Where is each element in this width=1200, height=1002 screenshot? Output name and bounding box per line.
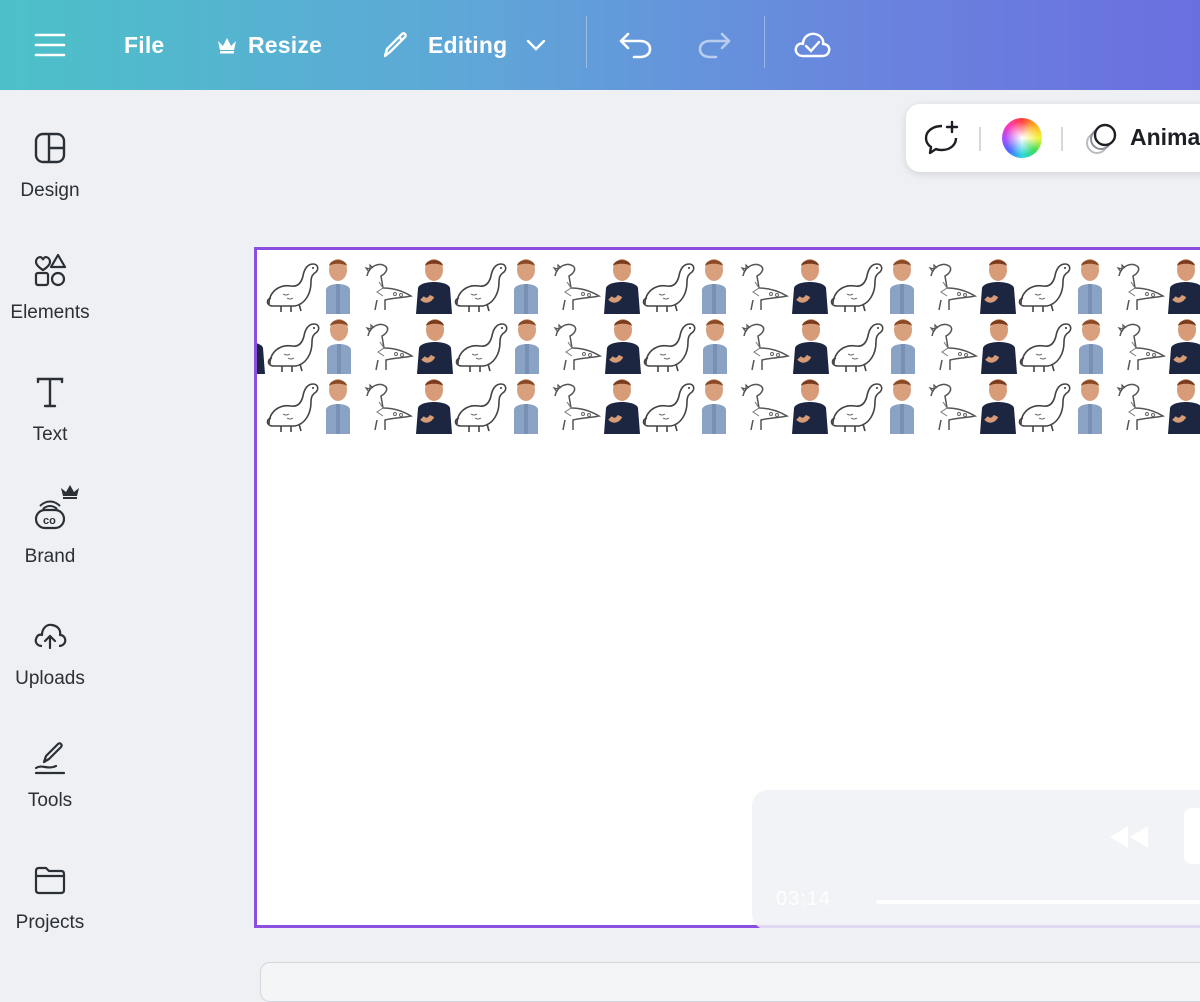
bottom-notes-bar[interactable] <box>260 962 1200 1002</box>
sidebar-item-elements[interactable]: Elements <box>0 252 100 362</box>
redo-icon <box>698 32 731 59</box>
sidebar-item-text[interactable]: Text <box>0 374 100 484</box>
video-time: 03:14 <box>776 888 832 910</box>
sidebar-item-brand[interactable]: co Brand <box>0 485 100 606</box>
toolbar-divider <box>1061 127 1063 151</box>
toddler-photo-dark-image <box>1154 374 1200 434</box>
svg-text:co: co <box>43 515 56 527</box>
add-comment-button[interactable] <box>922 120 960 158</box>
resize-label: Resize <box>248 31 323 58</box>
sidebar-item-label: Brand <box>24 546 76 567</box>
editing-mode-dropdown[interactable]: Editing <box>380 0 547 90</box>
brand-kit-icon: co <box>32 485 79 532</box>
add-comment-icon <box>924 120 959 155</box>
design-layout-icon <box>32 130 68 166</box>
left-sidebar: Design Elements Text co Brand Uploads To… <box>0 90 100 980</box>
file-label: File <box>124 31 165 58</box>
color-wheel-icon[interactable] <box>1002 118 1042 158</box>
sidebar-item-label: Elements <box>10 302 90 323</box>
pattern-row <box>261 254 1200 314</box>
crown-icon <box>216 35 238 55</box>
animate-label: Anima <box>1130 124 1200 150</box>
video-playback-controls: 03:14 <box>752 790 1200 930</box>
sidebar-item-tools[interactable]: Tools <box>0 740 100 850</box>
pencil-icon <box>380 29 412 61</box>
crown-icon <box>61 485 79 499</box>
folder-icon <box>32 862 68 898</box>
undo-button[interactable] <box>618 0 654 90</box>
toddler-photo-dark-image <box>1155 314 1200 374</box>
text-t-icon <box>32 374 68 410</box>
sidebar-item-label: Text <box>32 424 68 445</box>
file-menu[interactable]: File <box>124 0 164 90</box>
toddler-photo-dark-image <box>1154 254 1200 314</box>
chevron-down-icon <box>525 38 547 52</box>
pattern-row <box>254 314 1200 374</box>
element-floating-toolbar: Anima <box>906 104 1200 172</box>
sidebar-item-label: Projects <box>15 912 85 933</box>
play-button[interactable] <box>1184 808 1200 864</box>
draw-tools-icon <box>32 740 68 776</box>
video-progress-bar[interactable] <box>876 900 1200 904</box>
pattern-row <box>261 374 1200 434</box>
toolbar-divider <box>979 127 981 151</box>
editing-label: Editing <box>428 31 508 58</box>
rewind-button[interactable] <box>1104 822 1154 852</box>
toolbar-divider <box>586 16 587 68</box>
top-toolbar: File Resize Editing <box>0 0 1200 90</box>
redo-button[interactable] <box>696 0 732 90</box>
hamburger-menu-icon[interactable] <box>34 0 66 90</box>
cloud-save-status[interactable] <box>792 0 832 90</box>
rewind-icon <box>1110 826 1148 848</box>
resize-button[interactable]: Resize <box>216 0 322 90</box>
sidebar-item-label: Tools <box>27 790 73 811</box>
toolbar-divider <box>764 16 765 68</box>
undo-icon <box>619 32 652 59</box>
cloud-saved-icon <box>794 32 831 58</box>
animate-icon <box>1086 123 1117 154</box>
sidebar-item-label: Uploads <box>15 668 85 689</box>
sidebar-item-label: Design <box>20 180 80 201</box>
animate-button[interactable] <box>1084 118 1124 158</box>
sidebar-item-projects[interactable]: Projects <box>0 862 100 972</box>
sidebar-item-design[interactable]: Design <box>0 130 100 240</box>
sidebar-item-uploads[interactable]: Uploads <box>0 618 100 728</box>
elements-shapes-icon <box>32 252 68 288</box>
cloud-upload-icon <box>32 618 68 654</box>
